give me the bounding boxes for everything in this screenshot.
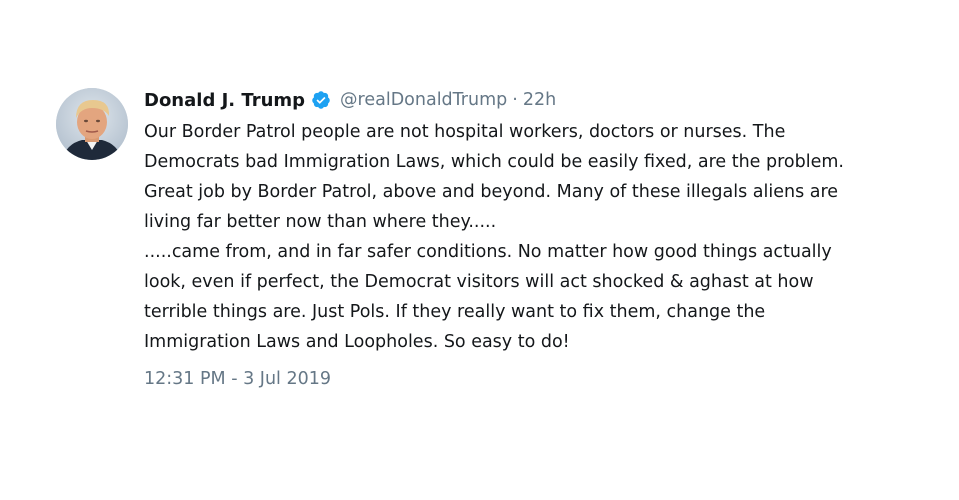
- author-handle[interactable]: @realDonaldTrump: [340, 90, 507, 110]
- relative-time[interactable]: 22h: [523, 90, 556, 110]
- author-name[interactable]: Donald J. Trump: [144, 90, 305, 111]
- separator-dot: ·: [512, 90, 518, 110]
- tweet-text-line: Democrats bad Immigration Laws, which co…: [144, 152, 844, 172]
- avatar-photo-icon: [56, 88, 128, 160]
- tweet-text-line: Our Border Patrol people are not hospita…: [144, 122, 786, 142]
- tweet-header: Donald J. Trump @realDonaldTrump · 22h: [144, 86, 934, 114]
- tweet-text: Our Border Patrol people are not hospita…: [144, 117, 934, 357]
- tweet-text-line: terrible things are. Just Pols. If they …: [144, 302, 766, 322]
- tweet-text-line: Great job by Border Patrol, above and be…: [144, 182, 839, 202]
- verified-badge-icon: [311, 90, 331, 110]
- tweet-content: Donald J. Trump @realDonaldTrump · 22h O…: [144, 86, 934, 390]
- tweet-timestamp[interactable]: 12:31 PM - 3 Jul 2019: [144, 369, 934, 389]
- author-avatar[interactable]: [56, 88, 128, 160]
- tweet-text-line: living far better now than where they...…: [144, 212, 497, 232]
- tweet-text-line: look, even if perfect, the Democrat visi…: [144, 272, 814, 292]
- tweet-text-line: .....came from, and in far safer conditi…: [144, 242, 832, 262]
- tweet-text-line: Immigration Laws and Loopholes. So easy …: [144, 332, 570, 352]
